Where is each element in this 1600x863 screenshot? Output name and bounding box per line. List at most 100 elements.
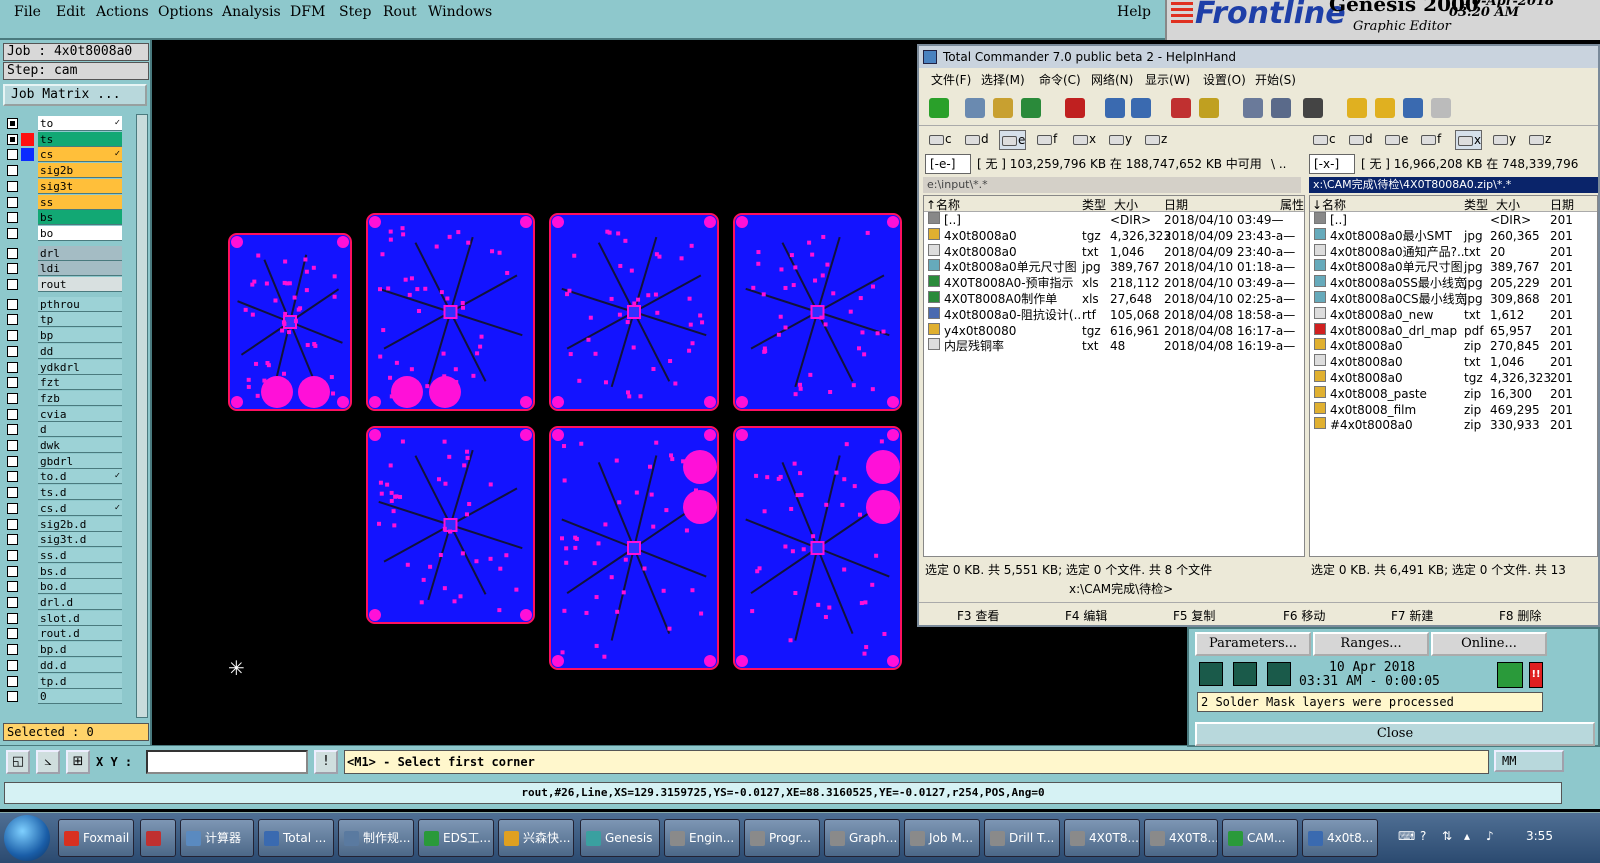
ftp-icon[interactable] xyxy=(1243,98,1263,118)
fkey-8-button[interactable]: F8 删除 xyxy=(1499,607,1541,624)
layer-row[interactable]: dd.d xyxy=(3,657,135,673)
layer-checkbox[interactable] xyxy=(7,345,18,357)
layer-row[interactable]: to.d ✓ xyxy=(3,469,135,485)
parameters-button[interactable]: Parameters... xyxy=(1195,632,1311,656)
layer-checkbox[interactable] xyxy=(7,133,18,145)
graphic-canvas[interactable]: ✳ xyxy=(152,40,917,745)
layer-row[interactable]: 0 xyxy=(3,689,135,705)
layer-name[interactable]: fzb xyxy=(38,390,122,406)
forward-icon[interactable] xyxy=(1131,98,1151,118)
file-row[interactable]: 4x0t8008a0_new txt 1,612 201 xyxy=(1310,306,1597,323)
menu-rout[interactable]: Rout xyxy=(383,4,417,20)
layer-name[interactable]: drl.d xyxy=(38,595,122,610)
taskbar-item[interactable]: 制作规... xyxy=(338,819,414,857)
menu-windows[interactable]: Windows xyxy=(428,4,492,20)
url-icon[interactable] xyxy=(1271,98,1291,118)
layer-name[interactable]: d xyxy=(38,422,122,438)
drive-y-button[interactable]: y xyxy=(1491,130,1516,150)
layer-row[interactable]: fzb xyxy=(3,390,135,406)
layer-row[interactable]: ss xyxy=(3,194,135,210)
new-file-icon[interactable] xyxy=(1431,98,1451,118)
taskbar-item[interactable]: Total ... xyxy=(258,819,334,857)
speaker-icon[interactable]: ♪ xyxy=(1486,829,1494,843)
layer-checkbox[interactable] xyxy=(7,408,18,420)
online-button[interactable]: Online... xyxy=(1431,632,1547,656)
taskbar-item[interactable]: 兴森快... xyxy=(498,819,574,857)
menu-options[interactable]: Options xyxy=(158,4,213,20)
taskbar-item[interactable]: Engin... xyxy=(664,819,740,857)
tc-menu-item[interactable]: 选择(M) xyxy=(981,71,1025,88)
tc-right-drive-select[interactable]: [-x-] xyxy=(1309,154,1355,174)
tc-menu-item[interactable]: 开始(S) xyxy=(1255,71,1296,88)
drive-y-button[interactable]: y xyxy=(1107,130,1132,150)
layer-list-scrollbar[interactable] xyxy=(136,114,148,718)
file-row[interactable]: [..] <DIR> 201 xyxy=(1310,212,1597,228)
layer-checkbox[interactable] xyxy=(7,424,18,436)
layer-row[interactable]: tp.d xyxy=(3,673,135,689)
network-icon[interactable]: ⇅ xyxy=(1442,829,1452,843)
drive-f-button[interactable]: f xyxy=(1035,130,1057,150)
file-row[interactable]: 4x0t8008a0通知产品?.. txt 20 201 xyxy=(1310,243,1597,260)
layer-checkbox[interactable] xyxy=(7,644,18,656)
file-row[interactable]: #4x0t8008a0 zip 330,933 201 xyxy=(1310,417,1597,433)
drive-e-button[interactable]: e xyxy=(999,130,1027,150)
fkey-6-button[interactable]: F6 移动 xyxy=(1283,607,1325,624)
find-icon[interactable] xyxy=(1303,98,1323,118)
column-header-cell[interactable]: 大小 xyxy=(1114,196,1138,213)
drive-c-button[interactable]: c xyxy=(927,130,952,150)
tc-right-path[interactable]: x:\CAM完成\待检\4X0T8008A0.zip\*.* xyxy=(1309,177,1598,193)
layer-row[interactable]: cs.d ✓ xyxy=(3,500,135,516)
layer-row[interactable]: pthrou xyxy=(3,296,135,312)
layer-row[interactable]: d xyxy=(3,422,135,438)
file-row[interactable]: 4x0t8008_film zip 469,295 201 xyxy=(1310,401,1597,418)
tc-menu-item[interactable]: 文件(F) xyxy=(931,71,971,88)
layer-row[interactable]: ldi xyxy=(3,261,135,277)
job-matrix-button[interactable]: Job Matrix ... xyxy=(3,84,147,106)
layer-row[interactable]: bs xyxy=(3,210,135,226)
file-row[interactable]: [..] <DIR> 2018/04/10 03:49— xyxy=(924,212,1304,228)
layer-checkbox[interactable] xyxy=(7,534,18,546)
tc-title-bar[interactable]: Total Commander 7.0 public beta 2 - Help… xyxy=(919,46,1598,68)
file-row[interactable]: 4x0t8008a0_drl_map pdf 65,957 201 xyxy=(1310,322,1597,339)
layer-name[interactable]: to ✓ xyxy=(38,116,122,131)
layer-name[interactable]: tp xyxy=(38,312,122,328)
layer-row[interactable]: cvia xyxy=(3,406,135,422)
layer-row[interactable]: bs.d xyxy=(3,563,135,579)
layer-name[interactable]: rout.d xyxy=(38,626,122,642)
layer-name[interactable]: ts xyxy=(38,131,122,147)
taskbar-item[interactable]: 计算器 xyxy=(180,819,254,857)
layer-name[interactable]: bo xyxy=(38,225,122,241)
layer-row[interactable]: sig2b xyxy=(3,163,135,179)
layer-name[interactable]: sig2b xyxy=(38,163,122,179)
layer-checkbox[interactable] xyxy=(7,314,18,326)
layer-checkbox[interactable] xyxy=(7,628,18,640)
column-header-cell[interactable]: 类型 xyxy=(1082,196,1106,213)
drive-z-button[interactable]: z xyxy=(1527,130,1551,150)
drive-d-button[interactable]: d xyxy=(1347,130,1373,150)
menu-help[interactable]: Help xyxy=(1117,4,1151,20)
taskbar-item[interactable]: Foxmail xyxy=(58,819,134,857)
layer-name[interactable]: slot.d xyxy=(38,610,122,626)
layer-row[interactable]: bo.d xyxy=(3,579,135,595)
file-row[interactable]: 4x0t8008a0 tgz 4,326,323 2018/04/09 23:43-a… xyxy=(924,227,1304,244)
layer-row[interactable]: bo xyxy=(3,225,135,241)
back-icon[interactable] xyxy=(1105,98,1125,118)
layer-row[interactable]: drl.d xyxy=(3,595,135,610)
file-row[interactable]: 4x0t8008a0 tgz 4,326,323 201 xyxy=(1310,370,1597,386)
keyboard-icon[interactable]: ⌨ xyxy=(1398,829,1415,843)
runner-icon[interactable] xyxy=(1233,662,1257,686)
file-row[interactable]: 4x0t8008a0单元尺寸图 jpg 389,767 201 xyxy=(1310,259,1597,275)
layer-row[interactable]: ydkdrl xyxy=(3,359,135,375)
layer-row[interactable]: rout xyxy=(3,277,135,292)
tc-menu-item[interactable]: 网络(N) xyxy=(1091,71,1133,88)
file-row[interactable]: y4x0t80080 tgz 616,961 2018/04/08 16:17-a— xyxy=(924,322,1304,339)
layer-checkbox[interactable] xyxy=(7,212,18,224)
layer-name[interactable]: dwk xyxy=(38,438,122,453)
layer-checkbox[interactable] xyxy=(7,392,18,404)
menu-dfm[interactable]: DFM xyxy=(290,4,325,20)
layer-checkbox[interactable] xyxy=(7,298,18,310)
layer-row[interactable]: drl xyxy=(3,245,135,261)
file-row[interactable]: 4x0t8008a0 txt 1,046 2018/04/09 23:40-a— xyxy=(924,243,1304,260)
layer-checkbox[interactable] xyxy=(7,612,18,624)
layer-row[interactable]: bp.d xyxy=(3,642,135,658)
